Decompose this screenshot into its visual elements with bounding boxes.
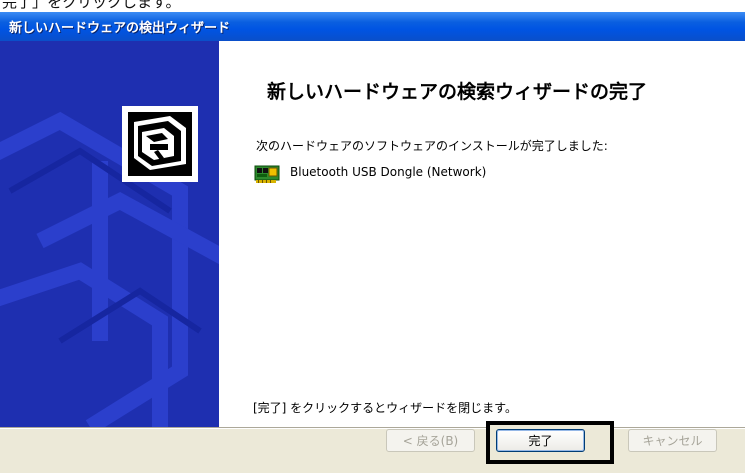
cancel-button[interactable]: キャンセル bbox=[628, 429, 717, 452]
finish-button[interactable]: 完了 bbox=[496, 429, 585, 452]
top-caption: 完了」をクリックします。 bbox=[2, 0, 181, 11]
wizard-content: 新しいハードウェアの検索ウィザードの完了 次のハードウェアのソフトウェアのインス… bbox=[219, 41, 745, 427]
hardware-wizard-icon bbox=[122, 106, 198, 182]
close-wizard-message: [完了] をクリックするとウィザードを閉じます。 bbox=[253, 401, 517, 415]
window-title: 新しいハードウェアの検出ウィザード bbox=[9, 21, 231, 36]
wizard-window: 新しいハードウェアの検出ウィザード 新しいハードウェアの検索ウィザードの完了 次… bbox=[0, 12, 745, 473]
wizard-sidebar bbox=[0, 41, 219, 427]
sidebar-watermark-graphic bbox=[0, 41, 219, 427]
wizard-heading: 新しいハードウェアの検索ウィザードの完了 bbox=[267, 81, 648, 103]
top-caption-strip: 完了」をクリックします。 bbox=[0, 0, 745, 12]
device-name: Bluetooth USB Dongle (Network) bbox=[290, 165, 487, 179]
install-complete-message: 次のハードウェアのソフトウェアのインストールが完了しました: bbox=[256, 139, 608, 153]
title-bar[interactable]: 新しいハードウェアの検出ウィザード bbox=[0, 12, 745, 41]
back-button[interactable]: < 戻る(B) bbox=[386, 429, 475, 452]
network-card-icon bbox=[254, 162, 280, 186]
